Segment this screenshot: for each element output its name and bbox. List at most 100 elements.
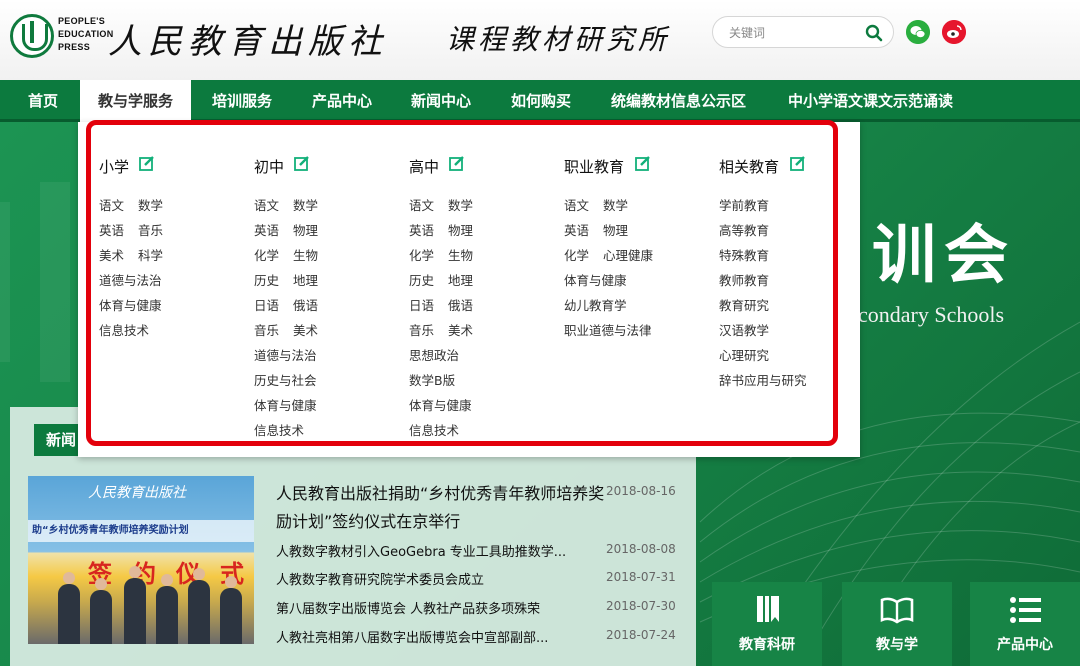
subject-link[interactable]: 化学: [409, 245, 434, 264]
nav-textbook-notice[interactable]: 统编教材信息公示区: [611, 80, 746, 122]
subject-link[interactable]: 信息技术: [254, 420, 304, 439]
wechat-icon[interactable]: [906, 20, 930, 44]
subject-link[interactable]: 高等教育: [719, 220, 769, 239]
subject-link[interactable]: 思想政治: [409, 345, 459, 364]
subject-link[interactable]: 英语: [564, 220, 589, 239]
nav-news[interactable]: 新闻中心: [411, 80, 471, 122]
subject-link[interactable]: 学前教育: [719, 195, 769, 214]
news-date: 2018-08-16: [606, 484, 676, 498]
news-item-title[interactable]: 人教社亮相第八届数字出版博览会中宣部副部...: [276, 627, 576, 646]
dropdown-column-title[interactable]: 职业教育: [564, 156, 624, 177]
subject-link[interactable]: 体育与健康: [564, 270, 627, 289]
person-figure: [58, 584, 80, 644]
subject-link[interactable]: 音乐: [138, 220, 163, 239]
subject-link[interactable]: 生物: [293, 245, 318, 264]
news-feature-title[interactable]: 人民教育出版社捐助“乡村优秀青年教师培养奖励计划”签约仪式在京举行: [276, 480, 606, 536]
subject-link[interactable]: 数学: [603, 195, 628, 214]
subject-link[interactable]: 地理: [293, 270, 318, 289]
quick-link-products[interactable]: 产品中心: [970, 582, 1080, 666]
subject-link[interactable]: 特殊教育: [719, 245, 769, 264]
subject-link[interactable]: 英语: [99, 220, 124, 239]
subject-link[interactable]: 道德与法治: [254, 345, 317, 364]
subject-link[interactable]: 数学: [138, 195, 163, 214]
dropdown-column-title[interactable]: 相关教育: [719, 156, 779, 177]
edit-icon[interactable]: [635, 155, 651, 171]
news-item-title[interactable]: 人教数字教材引入GeoGebra 专业工具助推数学...: [276, 541, 576, 560]
subject-link[interactable]: 体育与健康: [99, 295, 162, 314]
subject-link[interactable]: 日语: [409, 295, 434, 314]
subject-link[interactable]: 道德与法治: [99, 270, 162, 289]
news-featured-image[interactable]: 人民教育出版社 助“乡村优秀青年教师培养奖励计划 签约仪式: [28, 476, 254, 644]
dropdown-column-title[interactable]: 小学: [99, 156, 129, 177]
subject-link[interactable]: 信息技术: [99, 320, 149, 339]
subject-link[interactable]: 语文: [99, 195, 124, 214]
bookmark-book-icon: [749, 592, 785, 628]
dropdown-column-title[interactable]: 高中: [409, 156, 439, 177]
subject-link[interactable]: 美术: [448, 320, 473, 339]
subject-link[interactable]: 汉语教学: [719, 320, 769, 339]
subject-link[interactable]: 教育研究: [719, 295, 769, 314]
subject-link[interactable]: 物理: [293, 220, 318, 239]
subject-link[interactable]: 俄语: [448, 295, 473, 314]
subject-link[interactable]: 美术: [99, 245, 124, 264]
edit-icon[interactable]: [449, 155, 465, 171]
nav-how-to-buy[interactable]: 如何购买: [511, 80, 571, 122]
search-box: [712, 16, 894, 48]
image-banner-text: 助“乡村优秀青年教师培养奖励计划: [28, 520, 254, 542]
subject-link[interactable]: 语文: [409, 195, 434, 214]
subject-link[interactable]: 地理: [448, 270, 473, 289]
subject-link[interactable]: 物理: [448, 220, 473, 239]
subject-link[interactable]: 英语: [409, 220, 434, 239]
search-icon[interactable]: [865, 24, 883, 42]
subject-link[interactable]: 俄语: [293, 295, 318, 314]
news-item-title[interactable]: 第八届数字出版博览会 人教社产品获多项殊荣: [276, 598, 576, 617]
news-date: 2018-07-31: [606, 570, 676, 584]
subject-link[interactable]: 心理健康: [603, 245, 653, 264]
edit-icon[interactable]: [790, 155, 806, 171]
subject-link[interactable]: 数学: [293, 195, 318, 214]
institute-name: 课程教材研究所: [446, 18, 670, 58]
weibo-icon[interactable]: [942, 20, 966, 44]
person-figure: [220, 588, 242, 644]
news-item-title[interactable]: 人教数字教育研究院学术委员会成立: [276, 569, 576, 588]
quick-link-research[interactable]: 教育科研: [712, 582, 822, 666]
subject-link[interactable]: 心理研究: [719, 345, 769, 364]
subject-link[interactable]: 历史: [409, 270, 434, 289]
nav-teaching-service[interactable]: 教与学服务: [80, 80, 191, 122]
pep-logo-icon[interactable]: [10, 14, 54, 58]
nav-home[interactable]: 首页: [28, 80, 58, 122]
subject-link[interactable]: 职业道德与法律: [564, 320, 652, 339]
subject-link[interactable]: 化学: [564, 245, 589, 264]
main-nav: 首页 教与学服务 培训服务 产品中心 新闻中心 如何购买 统编教材信息公示区 中…: [0, 80, 1080, 122]
subject-link[interactable]: 辞书应用与研究: [719, 370, 807, 389]
subject-link[interactable]: 日语: [254, 295, 279, 314]
subject-link[interactable]: 化学: [254, 245, 279, 264]
subject-link[interactable]: 教师教育: [719, 270, 769, 289]
subject-link[interactable]: 音乐: [409, 320, 434, 339]
subject-link[interactable]: 科学: [138, 245, 163, 264]
subject-link[interactable]: 数学: [448, 195, 473, 214]
nav-training[interactable]: 培训服务: [212, 80, 272, 122]
subject-link[interactable]: 体育与健康: [409, 395, 472, 414]
nav-products[interactable]: 产品中心: [312, 80, 372, 122]
search-input[interactable]: [729, 23, 869, 43]
dropdown-column-title[interactable]: 初中: [254, 156, 284, 177]
nav-reading-demo[interactable]: 中小学语文课文示范诵读: [788, 80, 953, 122]
edit-icon[interactable]: [294, 155, 310, 171]
subject-link[interactable]: 语文: [254, 195, 279, 214]
subject-link[interactable]: 物理: [603, 220, 628, 239]
subject-link[interactable]: 美术: [293, 320, 318, 339]
subject-link[interactable]: 体育与健康: [254, 395, 317, 414]
subject-link[interactable]: 信息技术: [409, 420, 459, 439]
person-figure: [188, 580, 210, 644]
subject-link[interactable]: 历史: [254, 270, 279, 289]
subject-link[interactable]: 语文: [564, 195, 589, 214]
edit-icon[interactable]: [139, 155, 155, 171]
quick-link-teaching[interactable]: 教与学: [842, 582, 952, 666]
subject-link[interactable]: 数学B版: [409, 370, 455, 389]
subject-link[interactable]: 英语: [254, 220, 279, 239]
subject-link[interactable]: 历史与社会: [254, 370, 317, 389]
subject-link[interactable]: 音乐: [254, 320, 279, 339]
subject-link[interactable]: 幼儿教育学: [564, 295, 627, 314]
subject-link[interactable]: 生物: [448, 245, 473, 264]
